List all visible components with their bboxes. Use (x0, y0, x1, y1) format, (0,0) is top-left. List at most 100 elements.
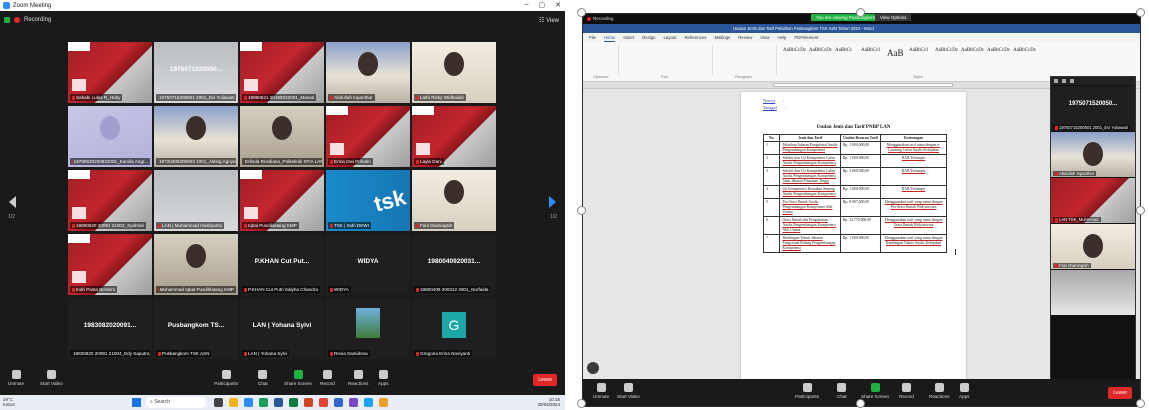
chat-button[interactable]: Chat (837, 383, 847, 399)
unmute-button[interactable]: Unmute (8, 370, 24, 386)
table-cell[interactable]: Rp. 8.007.000,00 (839, 198, 882, 217)
participant-tile[interactable]: 1975071520050... 19750715200501 2001_Evi … (154, 42, 238, 103)
participant-tile[interactable]: Layla Dani (412, 106, 496, 167)
participant-tile[interactable]: Pusbangkom TS... Pusbangkom TSK ASN (154, 298, 238, 359)
table-cell[interactable]: Menggunakan tarif yang sama dengan Orasi… (880, 216, 947, 235)
participant-tile[interactable]: P.KHAN Cut Put... P.KHAN Cut Putri Salyha… (240, 234, 324, 295)
table-cell[interactable]: Pelatihan Jabatan Fungsional Analis Peng… (779, 141, 841, 155)
word-menu-tab[interactable]: Home (603, 33, 616, 42)
reactions-button[interactable]: Reactions (929, 383, 949, 399)
table-cell[interactable]: RAB Terlampir (880, 154, 947, 168)
participant-tile[interactable]: 1980040920031... 19800409 200312 2001_Nur… (412, 234, 496, 295)
close-icon[interactable]: ✕ (555, 1, 561, 9)
participant-tile[interactable]: Indri Pasta Bentoro (68, 234, 152, 295)
participant-tile[interactable]: tsk TSK | Indri DEWI (326, 170, 410, 231)
zoom-app-icon[interactable] (244, 398, 253, 407)
taskview-icon[interactable] (214, 398, 223, 407)
participant-tile[interactable]: Revia Samidona (326, 298, 410, 359)
apps-button[interactable]: Apps (959, 383, 969, 399)
share-screen-button[interactable]: Share Screen (861, 383, 889, 399)
edge-icon[interactable] (259, 398, 268, 407)
style-gallery-item[interactable]: AaBbCcDc (987, 48, 1010, 53)
resize-handle[interactable] (577, 399, 586, 408)
minimize-icon[interactable]: – (525, 1, 529, 9)
participant-tile[interactable]: 19890521 20190032001_Mariati (240, 42, 324, 103)
reactions-button[interactable]: Reactions (348, 370, 368, 386)
table-cell[interactable]: Menggunakan tarif yang sama dengan Pra O… (880, 198, 947, 217)
excel-icon[interactable] (289, 398, 298, 407)
ruler-area[interactable] (773, 83, 953, 87)
table-cell[interactable]: 7. (762, 234, 781, 253)
resize-handle[interactable] (577, 8, 586, 17)
gallery-expand-icon[interactable] (1070, 79, 1074, 83)
participant-tile[interactable]: Fani Dwiningsih (1051, 224, 1135, 269)
participant-tile[interactable]: LAN | Muhammad Husbyanto (154, 170, 238, 231)
table-cell[interactable]: RAB Terlampir (880, 185, 947, 199)
word-menu-tab[interactable]: Design (642, 33, 655, 42)
windows-start-icon[interactable] (132, 398, 141, 407)
view-button[interactable]: ☷ View (539, 17, 559, 24)
style-gallery-item[interactable]: AaBbCcDc (1013, 48, 1036, 53)
participant-tile[interactable]: LAN TSK_Muhmmad (1051, 178, 1135, 223)
word-menu-tab[interactable]: Mailings (714, 33, 730, 42)
resize-handle[interactable] (856, 399, 865, 408)
resize-handle[interactable] (856, 8, 865, 17)
style-gallery-item[interactable]: AaBbCcDc (961, 48, 984, 53)
previous-page-icon[interactable] (9, 196, 16, 208)
word-menu-tab[interactable]: View (760, 33, 769, 42)
table-cell[interactable]: Orasi Ilmiah dan Pengukuhan Analis Penge… (779, 216, 841, 235)
style-gallery-item[interactable]: AaBbCcI (861, 48, 880, 53)
table-cell[interactable]: 2. (762, 154, 781, 168)
leave-button[interactable]: Leave (533, 374, 557, 386)
participant-tile[interactable]: 1975071520050... 19750715200501 2001_Evi … (1051, 86, 1135, 131)
style-gallery-item[interactable]: AaBbCcDc (783, 48, 806, 53)
app2-icon[interactable] (379, 398, 388, 407)
participant-tile[interactable]: 1983082020091... 19830820 20091 21004_Edy… (68, 298, 152, 359)
resize-handle[interactable] (1136, 206, 1145, 215)
apps-button[interactable]: Apps (378, 370, 388, 386)
record-button[interactable]: Record (320, 370, 335, 386)
participant-tile[interactable]: G Gregoria Erina Noviyanti (412, 298, 496, 359)
chat-button[interactable]: Chat (258, 370, 268, 386)
participant-tile[interactable]: Fani Dwiningsih (412, 170, 496, 231)
record-button[interactable]: Record (899, 383, 914, 399)
word-icon[interactable] (274, 398, 283, 407)
annotate-pencil-icon[interactable] (587, 362, 599, 374)
start-video-button[interactable]: Start Video (40, 370, 63, 386)
resize-handle[interactable] (577, 206, 586, 215)
participant-tile[interactable]: 19780520200922001_Kamila Angr... (68, 106, 152, 167)
participant-tile[interactable]: Lathi Rizky Widhalaiti (412, 42, 496, 103)
word-menu-tab[interactable]: Layout (664, 33, 677, 42)
participant-tile[interactable]: Abdullah Inpanthar (1051, 132, 1135, 177)
participant-tile[interactable]: Sahabi Lubis R_Hoby (68, 42, 152, 103)
style-gallery-item[interactable]: AaBbCc (835, 48, 852, 53)
participant-tile[interactable]: Abdullah Inpanthar (326, 42, 410, 103)
chrome-icon[interactable] (319, 398, 328, 407)
table-cell[interactable]: Seleksi dan Uji Kompetensi Calon Analis … (779, 154, 841, 168)
resize-handle[interactable] (1136, 8, 1145, 17)
table-cell[interactable]: Uji Kompetensi Kenaikan Jenjang Analis P… (779, 185, 841, 199)
participant-tile[interactable] (1051, 270, 1135, 315)
table-cell[interactable]: Menggunakan tarif yang sama dengan Bimbi… (880, 234, 947, 253)
gallery-minimize-icon[interactable] (1062, 79, 1066, 83)
word-menu-tab[interactable]: File (589, 33, 596, 42)
table-cell[interactable]: Rp. 12.770.000,00 (839, 216, 882, 235)
next-page-icon[interactable] (549, 196, 556, 208)
view-options-button[interactable]: View Options (875, 14, 912, 21)
style-gallery-item[interactable]: AaBbCcDc (809, 48, 832, 53)
word-menu-tab[interactable]: Insert (623, 33, 634, 42)
table-cell[interactable]: Rp. 1.000.000,00 (839, 185, 882, 199)
file-explorer-icon[interactable] (229, 398, 238, 407)
maximize-icon[interactable]: ▢ (539, 1, 546, 9)
table-cell[interactable]: 1. (762, 141, 781, 155)
participant-tile[interactable]: 19720405200503 1001_Akting Agriyat... (154, 106, 238, 167)
style-gallery-item[interactable]: AaB (887, 48, 904, 58)
table-cell[interactable]: Pra Orasi Ilmiah Analis Pengembangan Kom… (779, 198, 841, 217)
participant-tile[interactable]: Muhammad Iqbal Pusdiklatang KMP (154, 234, 238, 295)
leave-button[interactable]: Leave (1108, 387, 1132, 399)
app-icon[interactable] (364, 398, 373, 407)
taskbar-clock[interactable]: 10:15 30/04/2024 (537, 397, 560, 407)
word-menu-tab[interactable]: PDFelement (794, 33, 818, 42)
participant-tile[interactable]: Erma Dwi Prihatin (326, 106, 410, 167)
outlook-icon[interactable] (334, 398, 343, 407)
